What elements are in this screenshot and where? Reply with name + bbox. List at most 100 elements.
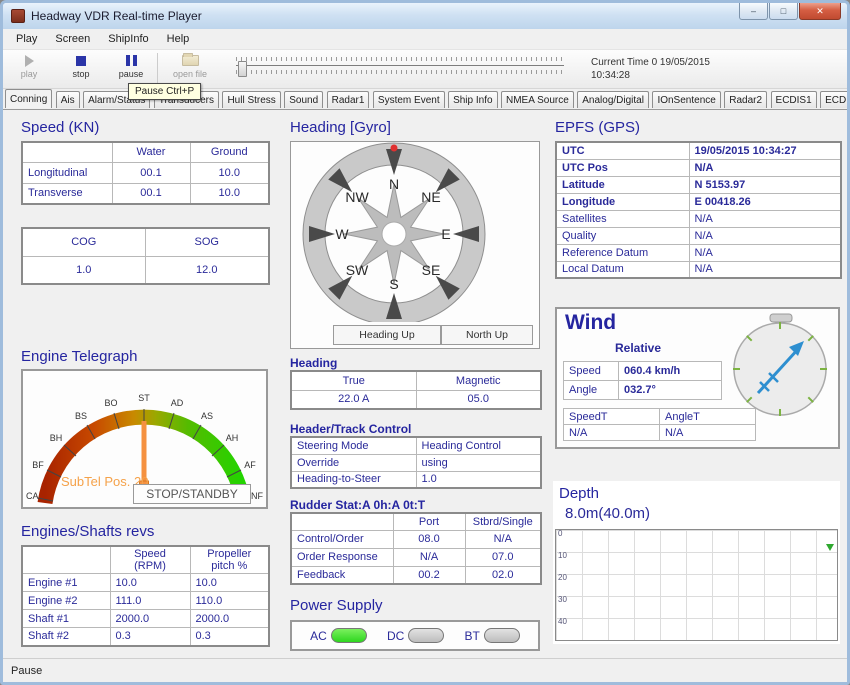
menu-item-play[interactable]: Play [7,30,46,48]
table-row: Engine #1 10.0 10.0 [22,574,269,592]
open-file-button[interactable]: open file [163,53,217,86]
depth-chart: 0 10 20 30 40 [555,529,838,641]
power-supply-title: Power Supply [290,597,383,614]
speed-panel-title: Speed (KN) [21,119,99,136]
tab-radar2[interactable]: Radar2 [724,91,767,108]
rudder-title: Rudder Stat:A 0h:A 0t:T [290,498,425,512]
tab-ecdis2[interactable]: ECDIS2 [820,91,850,108]
power-supply-panel: AC DC BT [290,620,540,651]
power-led-ac [331,628,367,643]
tab-nmea-source[interactable]: NMEA Source [501,91,574,108]
wind-panel: Wind Relative Speed 060.4 km/h Angle 032… [555,307,840,449]
wind-title: Wind [565,311,616,335]
table-row: Longitude E 00418.26 [556,193,841,210]
svg-text:E: E [441,226,450,242]
pause-tooltip: Pause Ctrl+P [128,83,201,100]
wind-speed-angle-table: Speed 060.4 km/h Angle 032.7° [563,361,722,400]
pause-label: pause [107,69,155,79]
maximize-button[interactable]: □ [769,3,798,20]
compass-hub [382,222,406,246]
stop-label: stop [57,69,105,79]
cog-sog-table: COG SOG 1.0 12.0 [21,227,270,285]
svg-text:AH: AH [226,433,239,443]
table-row: Satellites N/A [556,210,841,227]
speed-col-water: Water [112,142,190,162]
tab-ship-info[interactable]: Ship Info [448,91,497,108]
menubar: Play Screen ShipInfo Help [3,29,847,50]
engines-shafts-table: Speed (RPM) Propeller pitch % Engine #1 … [21,545,270,647]
rudder-table: Port Stbrd/Single Control/Order 08.0 N/A… [290,512,542,585]
tab-ais[interactable]: Ais [56,91,80,108]
wind-speedt-label: SpeedT [564,409,660,425]
tab-ionsentence[interactable]: IOnSentence [652,91,720,108]
play-icon [25,55,34,67]
table-row: 1.0 12.0 [22,256,269,284]
table-row: Transverse 00.1 10.0 [22,183,269,204]
epfs-table: UTC 19/05/2015 10:34:27 UTC Pos N/A Lati… [555,141,842,279]
north-up-button[interactable]: North Up [441,325,533,345]
app-window: Headway VDR Real-time Player – □ ✕ Play … [0,0,850,685]
heading-up-button[interactable]: Heading Up [333,325,441,345]
svg-text:BS: BS [75,411,87,421]
table-row: Heading-to-Steer 1.0 [291,471,541,488]
stop-button[interactable]: stop [57,53,105,86]
power-led-bt [484,628,520,643]
menu-item-shipinfo[interactable]: ShipInfo [99,30,157,48]
play-label: play [5,69,53,79]
menu-item-help[interactable]: Help [158,30,199,48]
wind-angle-value: 032.7° [619,381,722,400]
table-row: Local Datum N/A [556,261,841,278]
table-row: Angle 032.7° [564,381,722,400]
maximize-icon: □ [781,6,786,16]
wind-speedt-value: N/A [564,425,660,441]
tab-sound[interactable]: Sound [284,91,323,108]
table-row: COG SOG [22,228,269,256]
stop-standby-button[interactable]: STOP/STANDBY [133,484,251,504]
tab-analog-digital[interactable]: Analog/Digital [577,91,649,108]
svg-text:SE: SE [422,262,441,278]
table-row: Order Response N/A 07.0 [291,548,541,566]
heading-section-title: Heading [290,356,337,370]
table-row: Port Stbrd/Single [291,513,541,530]
wind-speed-label: Speed [564,362,619,381]
open-file-icon [182,55,199,66]
stop-icon [76,56,86,66]
pause-button[interactable]: pause [107,53,155,86]
app-icon [11,9,25,23]
svg-text:NF: NF [251,491,263,501]
window-controls: – □ ✕ [738,3,841,20]
col-true: True [291,371,416,390]
slider-ticks-top [236,57,564,61]
table-row: Engine #2 111.0 110.0 [22,592,269,610]
current-time-date: Current Time 0 19/05/2015 [591,56,710,69]
svg-text:NW: NW [345,189,369,205]
col-stbrd-single: Stbrd/Single [465,513,541,530]
power-label-ac: AC [310,629,327,643]
current-time-clock: 10:34:28 [591,69,710,82]
power-label-bt: BT [465,629,480,643]
menu-item-screen[interactable]: Screen [46,30,99,48]
tab-conning[interactable]: Conning [5,89,52,108]
speed-col-ground: Ground [190,142,269,162]
table-row: Speed 060.4 km/h [564,362,722,381]
tab-radar1[interactable]: Radar1 [327,91,370,108]
play-button[interactable]: play [5,53,53,86]
table-row: Override using [291,454,541,471]
tab-hull-stress[interactable]: Hull Stress [222,91,280,108]
table-row: UTC Pos N/A [556,159,841,176]
table-row: Shaft #1 2000.0 2000.0 [22,610,269,628]
open-file-label: open file [163,69,217,79]
close-button[interactable]: ✕ [799,3,841,20]
svg-text:BF: BF [32,460,44,470]
tab-ecdis1[interactable]: ECDIS1 [771,91,817,108]
timeline-slider[interactable] [236,57,564,82]
wind-angle-label: Angle [564,381,619,400]
svg-text:NE: NE [421,189,440,205]
svg-text:S: S [389,276,398,292]
tab-system-event[interactable]: System Event [373,91,445,108]
slider-thumb[interactable] [238,61,247,77]
table-row: Control/Order 08.0 N/A [291,530,541,548]
table-row: Speed (RPM) Propeller pitch % [22,546,269,574]
col-propeller-pitch: Propeller pitch % [190,546,269,574]
minimize-button[interactable]: – [739,3,768,20]
